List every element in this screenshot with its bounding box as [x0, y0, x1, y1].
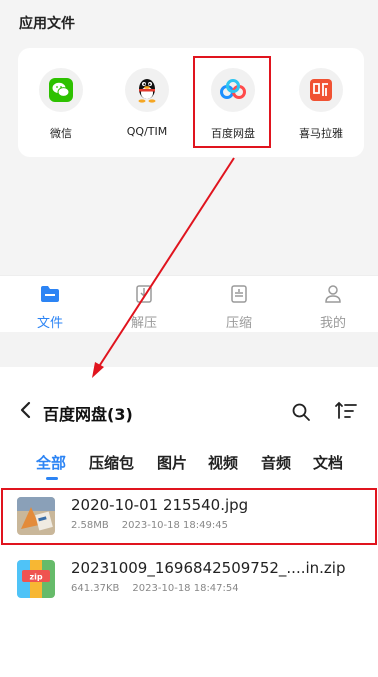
- tab-archives[interactable]: 压缩包: [89, 452, 134, 473]
- tab-documents[interactable]: 文档: [313, 452, 343, 473]
- app-label: QQ/TIM: [126, 125, 168, 138]
- search-icon[interactable]: [291, 402, 311, 422]
- highlight-box: [193, 56, 271, 148]
- app-label: 喜马拉雅: [299, 127, 343, 140]
- compress-icon: [231, 285, 247, 303]
- folder-view: 百度网盘(3) 全部 压缩包 图片 视频 音频 文档 2020-10-01 21…: [0, 367, 378, 677]
- section-title: 应用文件: [19, 16, 75, 32]
- divider-gap: [0, 332, 378, 367]
- bottom-nav: 文件 解压 压缩 我的: [0, 275, 378, 333]
- nav-item-me[interactable]: 我的: [303, 284, 363, 331]
- nav-item-files[interactable]: 文件: [20, 284, 80, 331]
- zip-icon: zip: [17, 560, 55, 598]
- app-wechat[interactable]: 微信: [26, 48, 96, 141]
- nav-label: 解压: [130, 316, 157, 331]
- app-files-panel: 应用文件 微信 QQ/TIM 百度网盘 喜马拉雅 文件 解压 压缩 我的: [0, 0, 378, 333]
- wechat-icon: [39, 68, 83, 112]
- ximalaya-icon: [299, 68, 343, 112]
- back-arrow-icon[interactable]: [17, 400, 35, 420]
- sort-icon[interactable]: [334, 400, 358, 422]
- file-size: 641.37KB: [71, 583, 120, 594]
- unzip-icon: [136, 285, 152, 303]
- tab-all[interactable]: 全部: [36, 452, 66, 473]
- apps-card: 微信 QQ/TIM 百度网盘 喜马拉雅: [18, 48, 364, 157]
- highlight-box: [1, 488, 377, 545]
- tab-images[interactable]: 图片: [157, 452, 187, 473]
- app-label: 微信: [50, 127, 72, 140]
- nav-label: 我的: [319, 316, 346, 331]
- file-date: 2023-10-18 18:47:54: [132, 583, 239, 594]
- folder-icon: [41, 286, 59, 302]
- page-title: 百度网盘(3): [43, 405, 133, 424]
- person-icon: [325, 285, 341, 303]
- app-ximalaya[interactable]: 喜马拉雅: [286, 48, 356, 141]
- tab-videos[interactable]: 视频: [208, 452, 238, 473]
- nav-item-compress[interactable]: 压缩: [209, 284, 269, 331]
- file-meta: 641.37KB 2023-10-18 18:47:54: [71, 583, 239, 594]
- svg-text:zip: zip: [29, 573, 42, 582]
- nav-label: 文件: [36, 316, 63, 331]
- file-name: 20231009_1696842509752_....in.zip: [71, 559, 346, 577]
- active-tab-indicator: [46, 477, 58, 480]
- tab-audio[interactable]: 音频: [261, 452, 291, 473]
- file-row[interactable]: zip 20231009_1696842509752_....in.zip 64…: [0, 553, 378, 609]
- nav-item-unzip[interactable]: 解压: [114, 284, 174, 331]
- nav-label: 压缩: [225, 316, 252, 331]
- qq-penguin-icon: [125, 68, 169, 112]
- app-qq[interactable]: QQ/TIM: [112, 48, 182, 138]
